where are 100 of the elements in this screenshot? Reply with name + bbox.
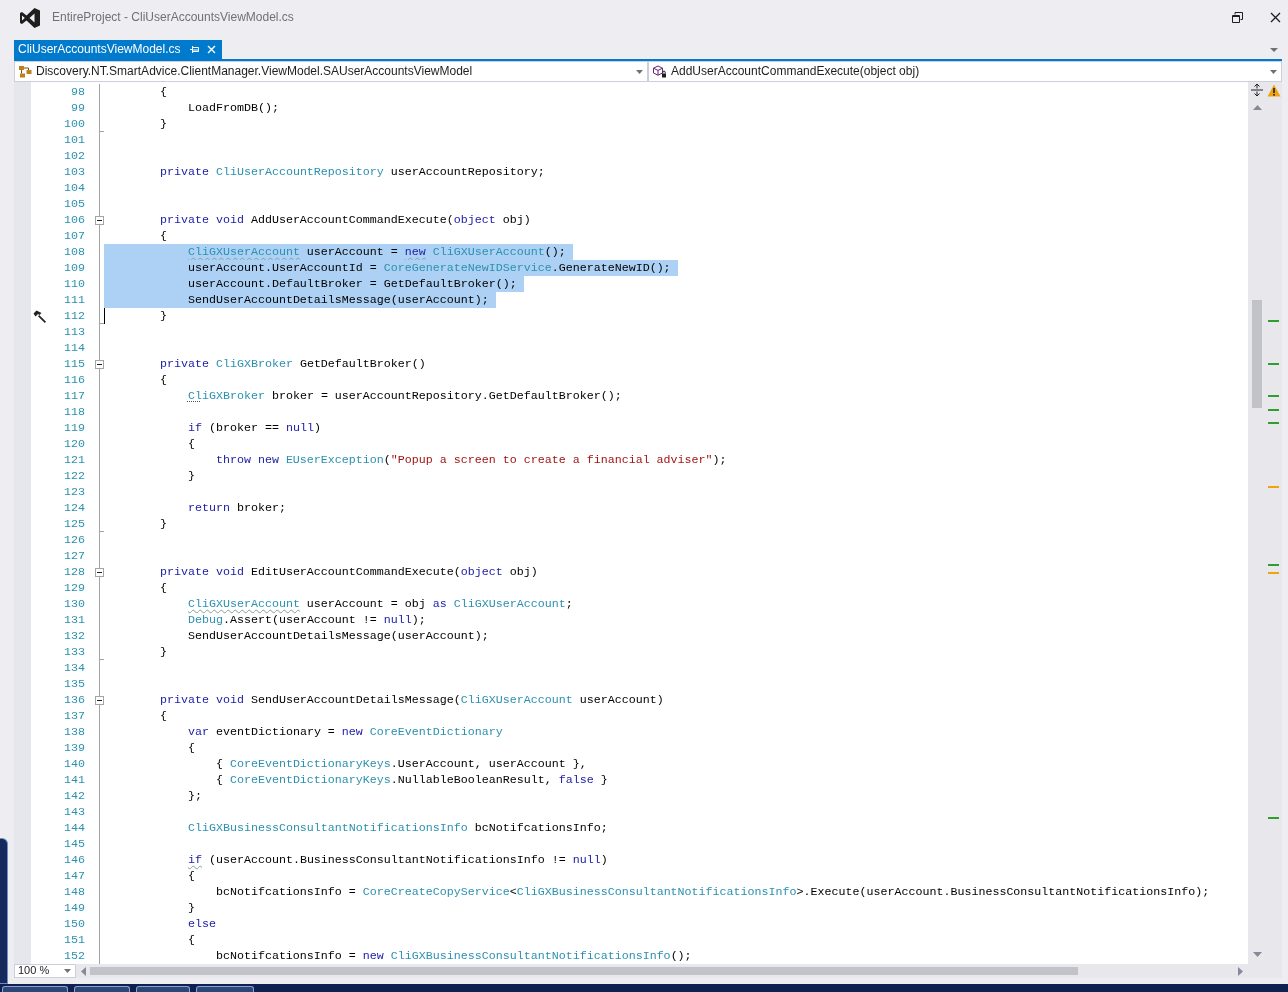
code-line: } (159, 116, 167, 132)
code-line: LoadFromDB(); (187, 100, 279, 116)
app-logo-icon (19, 6, 41, 29)
dropdown-arrow-icon[interactable] (636, 69, 643, 74)
scroll-thumb[interactable] (1252, 300, 1262, 408)
line-number: 152 (64, 948, 85, 964)
code-line: { (187, 932, 195, 948)
line-number: 140 (64, 756, 85, 772)
line-number: 107 (64, 228, 85, 244)
line-number: 121 (64, 452, 85, 468)
line-number: 109 (64, 260, 85, 276)
line-number: 112 (64, 308, 85, 324)
line-number: 151 (64, 932, 85, 948)
taskbar-button[interactable] (136, 986, 190, 992)
code-line: { (159, 84, 167, 100)
line-number: 142 (64, 788, 85, 804)
down-arrow-icon[interactable] (1252, 952, 1262, 957)
line-number: 114 (64, 340, 85, 356)
line-number: 134 (64, 660, 85, 676)
line-number: 100 (64, 116, 85, 132)
zoom-dropdown[interactable]: 100 % (14, 964, 76, 978)
code-line: { (187, 436, 195, 452)
code-line: CliGXUserAccount userAccount = obj as CliGXUserAccount; (187, 596, 573, 612)
code-line: private CliUserAccountRepository userAccountRepository; (159, 164, 545, 180)
code-line: private void AddUserAccountCommandExecute(object obj) (159, 212, 531, 228)
taskbar-button[interactable] (74, 986, 130, 992)
code-line: else (187, 916, 216, 932)
collapse-icon[interactable] (95, 216, 104, 225)
code-line: } (159, 644, 167, 660)
line-number: 132 (64, 628, 85, 644)
restore-icon[interactable] (1232, 12, 1243, 23)
pin-icon[interactable] (189, 45, 199, 54)
code-line: var eventDictionary = new CoreEventDictionary (187, 724, 503, 740)
line-number: 148 (64, 884, 85, 900)
code-line: private void EditUserAccountCommandExecute(object obj) (159, 564, 538, 580)
code-line: CliGXBroker broker = userAccountRepository.GetDefaultBroker(); (187, 388, 622, 404)
code-line: private void SendUserAccountDetailsMessage(CliGXUserAccount userAccount) (159, 692, 664, 708)
close-icon[interactable] (1270, 12, 1281, 23)
linked-boxes-icon (19, 65, 32, 78)
line-number: 146 (64, 852, 85, 868)
left-arrow-icon[interactable] (81, 966, 86, 976)
line-number: 99 (71, 100, 85, 116)
code-line: }; (187, 788, 202, 804)
line-number: 126 (64, 532, 85, 548)
dropdown-arrow-icon[interactable] (1270, 69, 1277, 74)
line-number: 136 (64, 692, 85, 708)
collapse-icon[interactable] (95, 360, 104, 369)
code-line: if (userAccount.BusinessConsultantNotificationsInfo != null) (187, 852, 608, 868)
code-line: } (159, 308, 167, 324)
code-line: CliGXBusinessConsultantNotificationsInfo bcNotifcationsInfo; (187, 820, 608, 836)
code-line: { (159, 372, 167, 388)
dropdown-arrow-icon[interactable] (1270, 48, 1278, 52)
up-arrow-icon[interactable] (1252, 105, 1262, 110)
line-number: 130 (64, 596, 85, 612)
code-line: { (187, 740, 195, 756)
line-number: 105 (64, 196, 85, 212)
collapse-icon[interactable] (95, 696, 104, 705)
code-line: { (159, 708, 167, 724)
line-number: 149 (64, 900, 85, 916)
line-number: 138 (64, 724, 85, 740)
type-dropdown[interactable]: Discovery.NT.SmartAdvice.ClientManager.ViewModel.SAUserAccountsViewModel (14, 61, 648, 82)
line-number: 123 (64, 484, 85, 500)
code-line: bcNotifcationsInfo = new CliGXBusinessConsultantNotificationsInfo(); (215, 948, 692, 964)
line-number: 106 (64, 212, 85, 228)
code-line: SendUserAccountDetailsMessage(userAccount); (187, 628, 489, 644)
line-number: 117 (64, 388, 85, 404)
code-line: { (159, 228, 167, 244)
file-tab[interactable]: CliUserAccountsViewModel.cs (14, 40, 222, 59)
splitter-icon[interactable] (1250, 83, 1264, 97)
line-number: 122 (64, 468, 85, 484)
code-line: } (187, 468, 195, 484)
dropdown-arrow-icon[interactable] (64, 969, 71, 973)
line-number: 145 (64, 836, 85, 852)
code-line: } (159, 516, 167, 532)
scroll-thumb[interactable] (90, 967, 1078, 975)
line-number: 131 (64, 612, 85, 628)
taskbar-button[interactable] (2, 986, 68, 992)
line-number: 110 (64, 276, 85, 292)
line-number: 144 (64, 820, 85, 836)
line-number: 111 (64, 292, 85, 308)
hammer-icon[interactable] (33, 309, 46, 323)
member-dropdown[interactable]: AddUserAccountCommandExecute(object obj) (648, 61, 1282, 82)
line-number: 124 (64, 500, 85, 516)
line-number: 115 (64, 356, 85, 372)
line-number: 139 (64, 740, 85, 756)
line-number: 125 (64, 516, 85, 532)
collapse-icon[interactable] (95, 568, 104, 577)
line-number: 119 (64, 420, 85, 436)
right-arrow-icon[interactable] (1238, 966, 1243, 976)
warning-icon[interactable] (1267, 84, 1281, 97)
line-number: 102 (64, 148, 85, 164)
taskbar-button[interactable] (196, 986, 254, 992)
line-number: 101 (64, 132, 85, 148)
line-number: 104 (64, 180, 85, 196)
line-number: 150 (64, 916, 85, 932)
line-number: 143 (64, 804, 85, 820)
window-title: EntireProject - CliUserAccountsViewModel.cs (52, 10, 294, 25)
line-number: 127 (64, 548, 85, 564)
code-line: { CoreEventDictionaryKeys.UserAccount, userAccount }, (215, 756, 587, 772)
line-number: 129 (64, 580, 85, 596)
